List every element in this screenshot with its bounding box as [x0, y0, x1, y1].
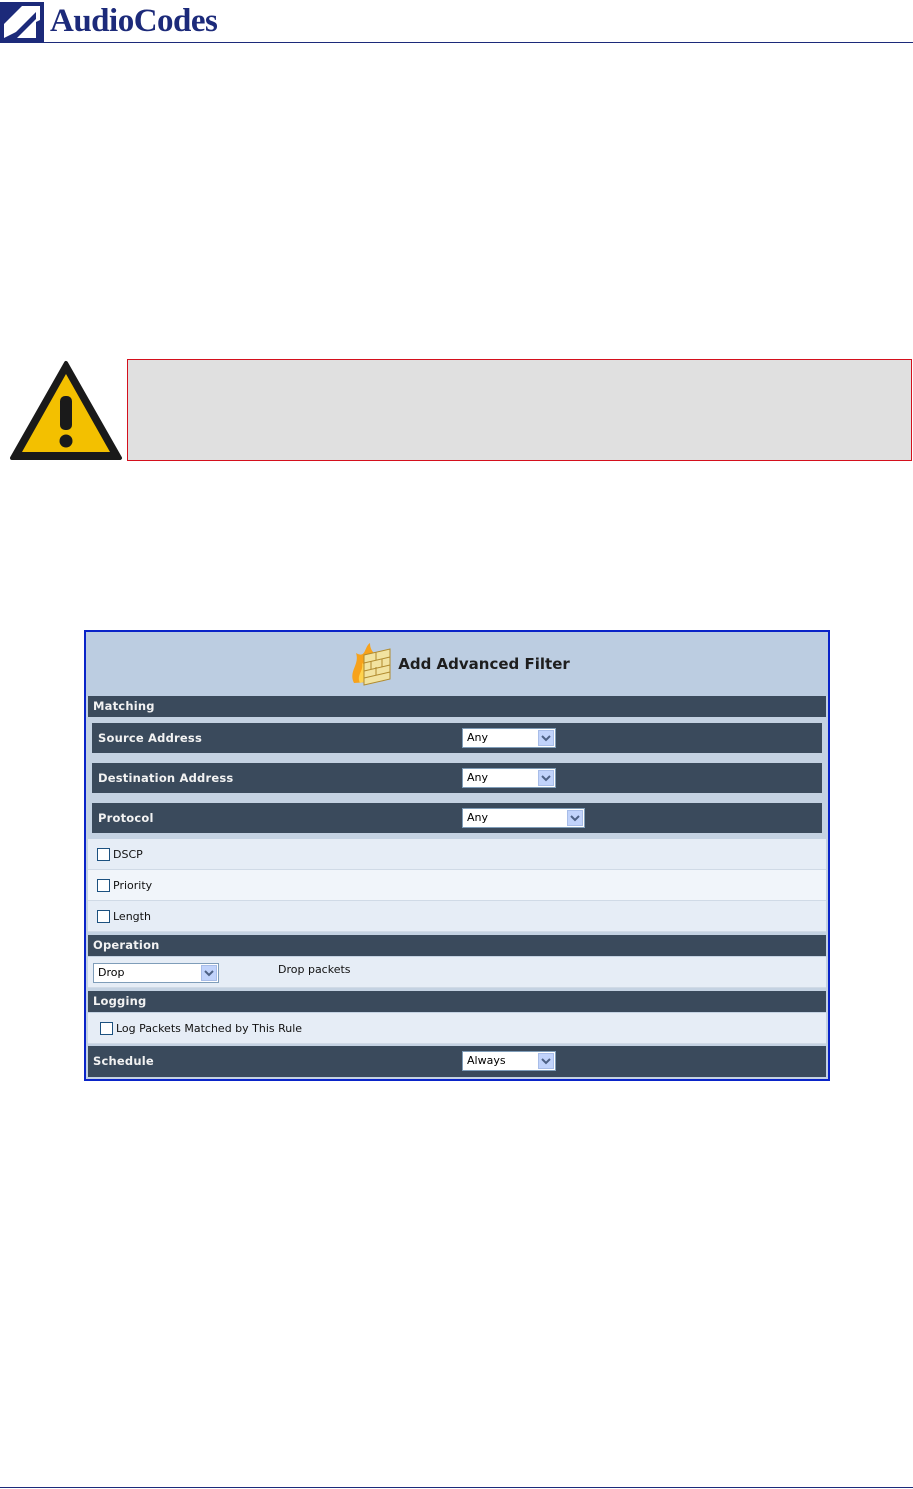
- protocol-label: Protocol: [98, 811, 154, 825]
- chevron-down-icon[interactable]: [567, 810, 583, 826]
- matching-section-header: Matching: [88, 696, 826, 717]
- operation-row: Drop Drop packets: [88, 957, 826, 988]
- source-address-row: Source Address Any: [92, 723, 822, 753]
- schedule-value: Always: [467, 1054, 506, 1067]
- caution-note-box: [127, 359, 912, 461]
- dscp-option[interactable]: DSCP: [97, 848, 143, 861]
- audiocodes-logo-icon: [0, 1, 44, 42]
- log-packets-checkbox[interactable]: [100, 1022, 113, 1035]
- protocol-value: Any: [467, 811, 489, 824]
- length-checkbox[interactable]: [97, 910, 110, 923]
- priority-row: Priority: [88, 870, 826, 901]
- operation-description: Drop packets: [278, 963, 351, 976]
- log-packets-label: Log Packets Matched by This Rule: [116, 1022, 303, 1035]
- dscp-checkbox[interactable]: [97, 848, 110, 861]
- length-row: Length: [88, 901, 826, 932]
- chevron-down-icon[interactable]: [538, 1053, 554, 1069]
- log-packets-row: Log Packets Matched by This Rule: [88, 1013, 826, 1044]
- chevron-down-icon[interactable]: [201, 965, 217, 981]
- source-address-label: Source Address: [98, 731, 202, 745]
- log-packets-option[interactable]: Log Packets Matched by This Rule: [100, 1022, 302, 1035]
- operation-select[interactable]: Drop: [93, 963, 219, 983]
- destination-address-row: Destination Address Any: [92, 763, 822, 793]
- header-rule: [0, 42, 913, 43]
- priority-option[interactable]: Priority: [97, 879, 152, 892]
- length-label: Length: [113, 910, 151, 923]
- operation-value: Drop: [98, 966, 125, 979]
- schedule-row: Schedule: [88, 1046, 826, 1077]
- destination-address-label: Destination Address: [98, 771, 234, 785]
- chevron-down-icon[interactable]: [538, 770, 554, 786]
- dialog-title: Add Advanced Filter: [398, 655, 570, 673]
- brand-name: AudioCodes: [50, 3, 218, 39]
- destination-address-value: Any: [467, 771, 489, 784]
- length-option[interactable]: Length: [97, 910, 151, 923]
- operation-section-header: Operation: [88, 935, 826, 956]
- protocol-row: Protocol Any: [92, 803, 822, 833]
- footer-rule: [0, 1487, 913, 1488]
- priority-label: Priority: [113, 879, 153, 892]
- warning-icon: [10, 361, 122, 460]
- dscp-row: DSCP: [88, 839, 826, 870]
- schedule-select[interactable]: Always: [462, 1051, 556, 1071]
- dscp-label: DSCP: [113, 848, 143, 861]
- logging-section-header: Logging: [88, 991, 826, 1012]
- protocol-select[interactable]: Any: [462, 808, 585, 828]
- add-advanced-filter-dialog: Add Advanced Filter Matching Source Addr…: [84, 630, 830, 1081]
- schedule-label: Schedule: [93, 1054, 154, 1068]
- dialog-title-bar: Add Advanced Filter: [86, 632, 828, 696]
- priority-checkbox[interactable]: [97, 879, 110, 892]
- source-address-select[interactable]: Any: [462, 728, 556, 748]
- chevron-down-icon[interactable]: [538, 730, 554, 746]
- firewall-icon: [352, 643, 391, 686]
- audiocodes-logo: AudioCodes: [0, 0, 218, 42]
- source-address-value: Any: [467, 731, 489, 744]
- destination-address-select[interactable]: Any: [462, 768, 556, 788]
